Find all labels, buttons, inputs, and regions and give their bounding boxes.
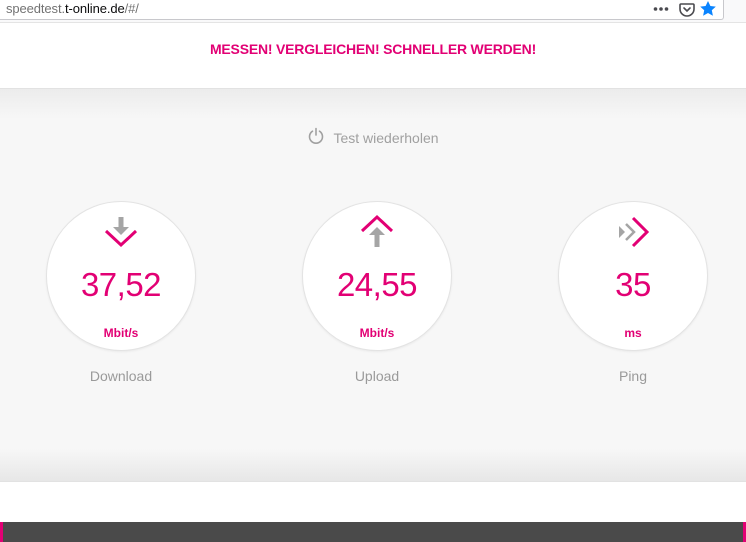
ping-label: Ping <box>618 368 648 384</box>
upload-label: Upload <box>354 368 400 384</box>
upload-value: 24,55 <box>336 266 418 303</box>
site-header: MESSEN! VERGLEICHEN! SCHNELLER WERDEN! <box>0 22 746 88</box>
footer-accent-left <box>0 522 3 542</box>
bookmark-star-icon[interactable] <box>699 0 717 23</box>
browser-toolbar: speedtest.t-online.de/#/ <box>0 0 746 22</box>
download-value: 37,52 <box>80 266 162 303</box>
pocket-icon[interactable] <box>679 1 695 17</box>
upload-gauge: 24,55 Mbit/s Upload <box>302 201 452 384</box>
download-gauge: 37,52 Mbit/s Download <box>46 201 196 384</box>
download-circle: 37,52 Mbit/s <box>46 201 196 351</box>
address-bar[interactable]: speedtest.t-online.de/#/ <box>0 0 724 20</box>
ping-circle: 35 ms <box>558 201 708 351</box>
download-unit: Mbit/s <box>103 326 139 340</box>
speedtest-panel: Test wiederholen 37,52 Mbit/s Download 2… <box>0 88 746 482</box>
footer-bar <box>0 522 746 542</box>
ping-chevron-icon <box>615 214 651 255</box>
upload-circle: 24,55 Mbit/s <box>302 201 452 351</box>
slogan: MESSEN! VERGLEICHEN! SCHNELLER WERDEN! <box>209 41 537 57</box>
power-icon <box>307 127 325 148</box>
more-icon[interactable] <box>653 6 669 12</box>
repeat-test-button[interactable]: Test wiederholen <box>0 127 746 148</box>
repeat-test-label: Test wiederholen <box>333 129 439 146</box>
download-arrow-icon <box>103 214 139 255</box>
upload-unit: Mbit/s <box>359 326 395 340</box>
download-label: Download <box>89 368 153 384</box>
upload-arrow-icon <box>359 214 395 255</box>
url-text[interactable]: speedtest.t-online.de/#/ <box>6 1 139 16</box>
ping-value: 35 <box>615 266 651 303</box>
ping-unit: ms <box>624 326 642 340</box>
spacer <box>0 482 746 522</box>
ping-gauge: 35 ms Ping <box>558 201 708 384</box>
